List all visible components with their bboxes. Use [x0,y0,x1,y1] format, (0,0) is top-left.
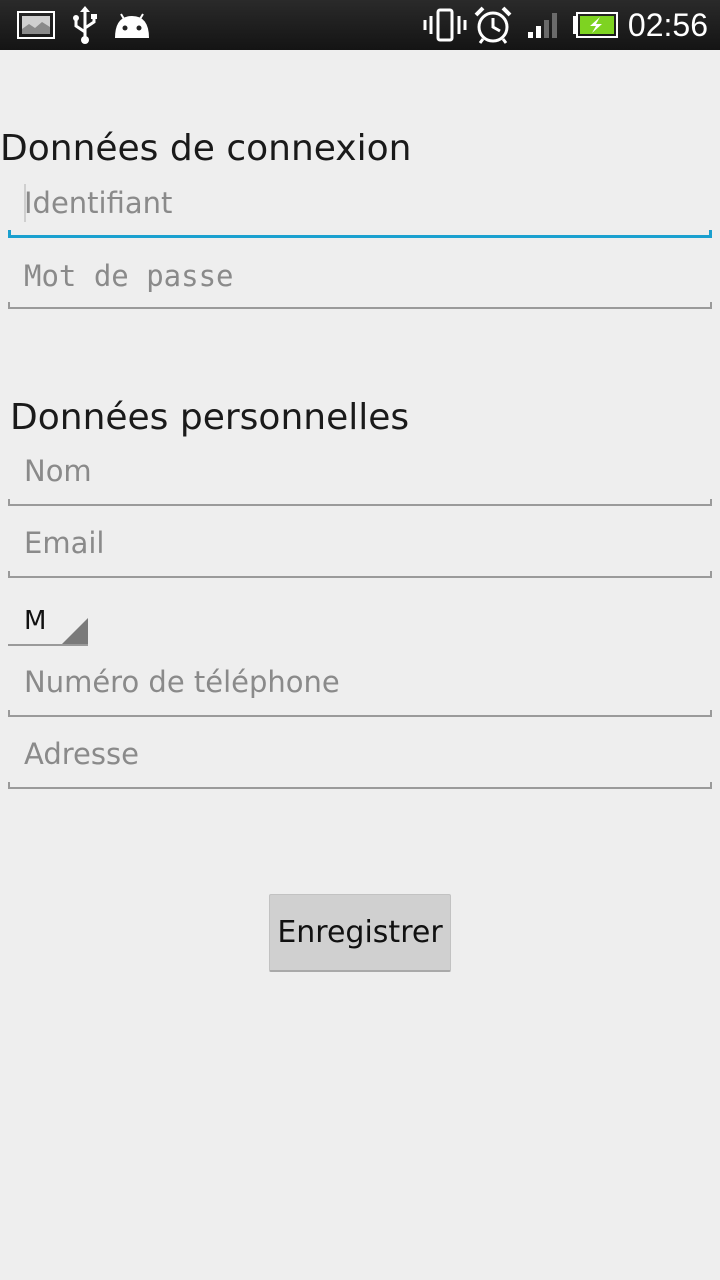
login-section-title: Données de connexion [0,128,412,169]
identifier-field[interactable]: Identifiant [8,178,712,238]
usb-icon [68,0,102,50]
status-time: 02:56 [627,7,708,43]
android-debug-icon [112,0,152,50]
phone-placeholder: Numéro de téléphone [24,665,340,699]
name-placeholder: Nom [24,454,92,488]
spinner-underline [8,644,88,646]
address-field[interactable]: Adresse [8,729,712,789]
email-placeholder: Email [24,526,105,560]
vibrate-icon [422,0,468,50]
address-underline [8,782,712,789]
spinner-arrow-icon [62,618,88,644]
password-underline [8,302,712,309]
address-placeholder: Adresse [24,737,139,771]
email-underline [8,571,712,578]
signal-icon [526,0,564,50]
image-notification-icon [16,0,56,50]
personal-section-title: Données personnelles [10,397,410,438]
save-button[interactable]: Enregistrer [269,894,451,972]
identifier-placeholder: Identifiant [24,186,173,220]
gender-spinner[interactable]: M [8,600,88,646]
battery-charging-icon [572,0,618,50]
password-field[interactable]: Mot de passe [8,249,712,309]
password-placeholder: Mot de passe [24,259,234,293]
gender-selected-value: M [24,606,47,636]
name-field[interactable]: Nom [8,446,712,506]
name-underline [8,499,712,506]
status-bar: 02:56 [0,0,720,50]
phone-field[interactable]: Numéro de téléphone [8,657,712,717]
alarm-icon [472,0,514,50]
identifier-underline [8,230,712,238]
phone-underline [8,710,712,717]
email-field[interactable]: Email [8,518,712,578]
